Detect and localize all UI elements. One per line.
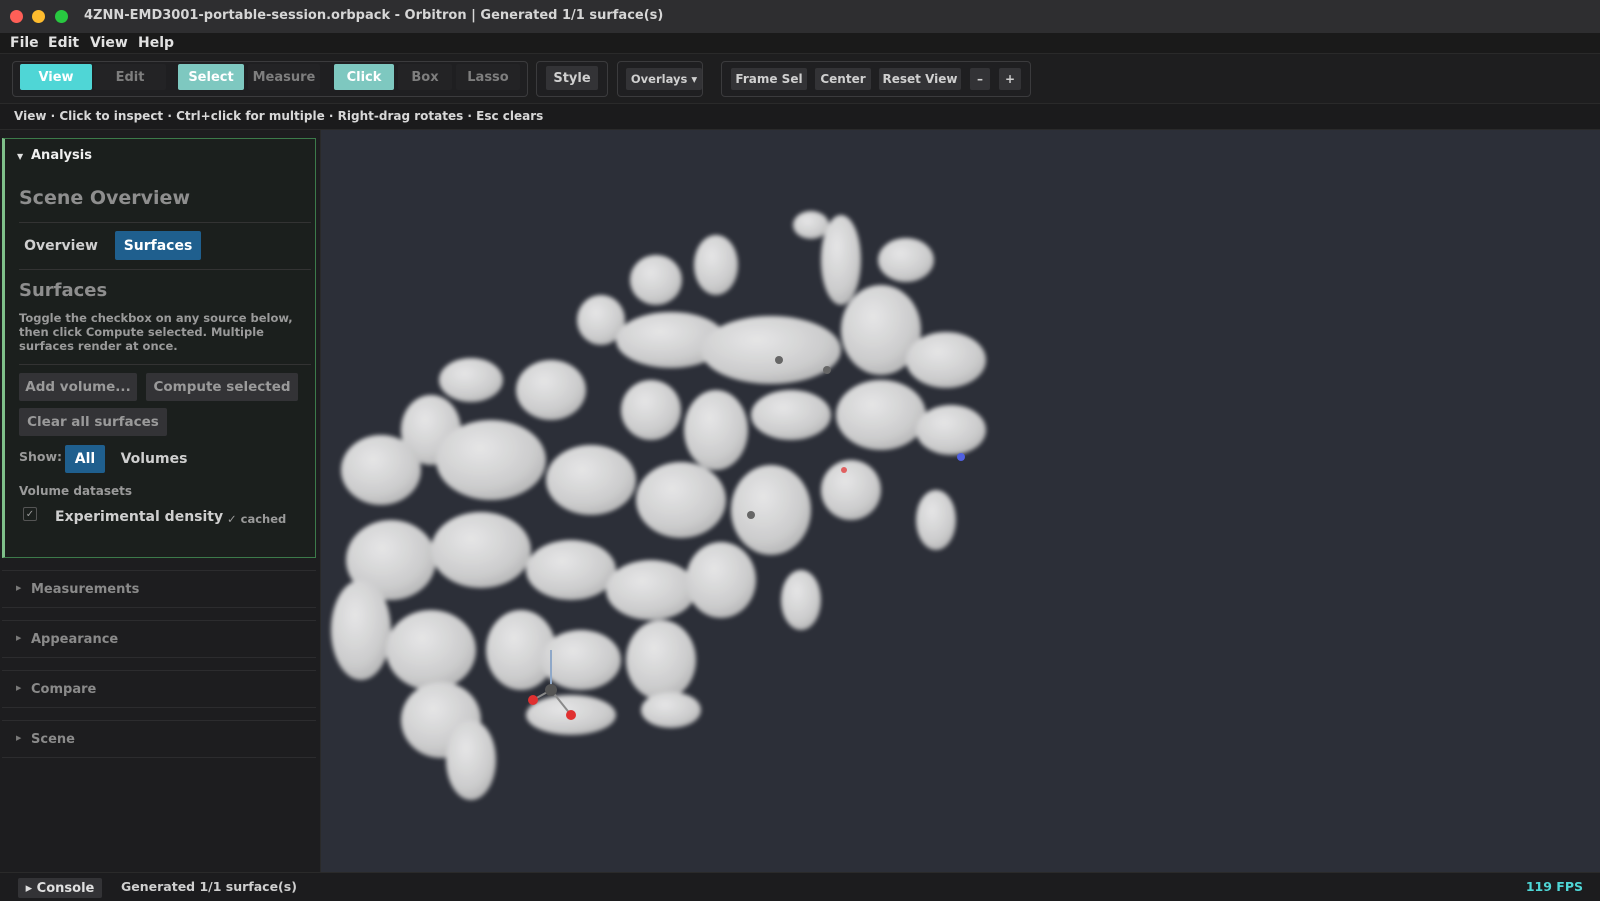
triangle-right-icon: ▶ xyxy=(16,734,22,742)
atom-carbon xyxy=(747,511,755,519)
section-measurements[interactable]: ▶ Measurements xyxy=(2,570,316,608)
dataset-name: Experimental density xyxy=(55,509,224,525)
triangle-right-icon: ▶ xyxy=(16,684,22,692)
atom-oxygen xyxy=(528,695,538,705)
analysis-panel: ▼ Analysis Scene Overview Overview Surfa… xyxy=(2,138,316,558)
title-bar: 4ZNN-EMD3001-portable-session.orbpack - … xyxy=(0,0,1600,34)
click-selection-button[interactable]: Click xyxy=(334,64,394,90)
select-tool-button[interactable]: Select xyxy=(178,64,244,90)
atom-oxygen xyxy=(841,467,847,473)
show-volumes-filter[interactable]: Volumes xyxy=(115,445,193,473)
zoom-in-button[interactable]: + xyxy=(999,68,1021,90)
atom-carbon xyxy=(823,366,831,374)
atom-nitrogen xyxy=(957,453,965,461)
zoom-window-button[interactable] xyxy=(55,10,68,23)
menu-view[interactable]: View xyxy=(90,35,128,51)
check-icon: ✓ xyxy=(25,508,35,520)
3d-viewport[interactable] xyxy=(321,130,1600,872)
divider xyxy=(19,364,311,365)
measure-tool-button[interactable]: Measure xyxy=(248,64,320,90)
section-scene[interactable]: ▶ Scene xyxy=(2,720,316,758)
atom-oxygen xyxy=(566,710,576,720)
menu-edit[interactable]: Edit xyxy=(48,35,79,51)
status-message: Generated 1/1 surface(s) xyxy=(121,879,297,894)
atom-carbon xyxy=(545,684,557,696)
atom-carbon xyxy=(775,356,783,364)
hint-bar: View · Click to inspect · Ctrl+click for… xyxy=(0,104,1600,130)
view-mode-button[interactable]: View xyxy=(20,64,92,90)
divider xyxy=(19,222,311,223)
surfaces-heading: Surfaces xyxy=(19,280,108,301)
section-compare[interactable]: ▶ Compare xyxy=(2,670,316,708)
clear-all-surfaces-button[interactable]: Clear all surfaces xyxy=(19,408,167,436)
show-all-filter[interactable]: All xyxy=(65,445,105,473)
show-filter-label: Show: xyxy=(19,449,63,464)
window-title: 4ZNN-EMD3001-portable-session.orbpack - … xyxy=(84,8,664,23)
section-label: Compare xyxy=(31,682,97,697)
menu-file[interactable]: File xyxy=(10,35,39,51)
add-volume-button[interactable]: Add volume... xyxy=(19,373,137,401)
section-appearance[interactable]: ▶ Appearance xyxy=(2,620,316,658)
overlays-dropdown[interactable]: Overlays ▾ xyxy=(626,68,702,90)
section-label: Appearance xyxy=(31,632,119,647)
sidebar: ▼ Analysis Scene Overview Overview Surfa… xyxy=(0,130,321,872)
toolbar: View Edit Select Measure Click Box Lasso… xyxy=(0,54,1600,104)
density-isosurface xyxy=(331,211,986,800)
triangle-down-icon[interactable]: ▼ xyxy=(17,152,23,161)
reset-view-button[interactable]: Reset View xyxy=(879,68,961,90)
minimize-window-button[interactable] xyxy=(32,10,45,23)
edit-mode-button[interactable]: Edit xyxy=(94,64,166,90)
center-button[interactable]: Center xyxy=(815,68,871,90)
dataset-cached-badge: ✓ cached xyxy=(227,512,287,526)
triangle-right-icon: ▶ xyxy=(16,584,22,592)
analysis-header[interactable]: Analysis xyxy=(31,148,92,163)
console-toggle-button[interactable]: ▸ Console xyxy=(18,878,102,898)
tab-surfaces[interactable]: Surfaces xyxy=(115,231,201,260)
menu-bar: File Edit View Help xyxy=(0,33,1600,54)
menu-help[interactable]: Help xyxy=(138,35,174,51)
triangle-right-icon: ▶ xyxy=(16,634,22,642)
section-label: Measurements xyxy=(31,582,140,597)
surfaces-description: Toggle the checkbox on any source below,… xyxy=(19,311,293,353)
tab-overview[interactable]: Overview xyxy=(19,231,103,260)
lasso-selection-button[interactable]: Lasso xyxy=(456,64,520,90)
zoom-out-button[interactable]: – xyxy=(970,68,990,90)
status-bar: ▸ Console Generated 1/1 surface(s) 119 F… xyxy=(0,872,1600,901)
fps-counter: 119 FPS xyxy=(1525,879,1583,894)
volume-datasets-label: Volume datasets xyxy=(19,484,133,498)
density-surface-render xyxy=(331,211,986,800)
scene-overview-heading: Scene Overview xyxy=(19,187,190,209)
divider xyxy=(19,269,311,270)
compute-selected-button[interactable]: Compute selected xyxy=(146,373,298,401)
style-button[interactable]: Style xyxy=(546,66,598,90)
experimental-density-checkbox[interactable]: ✓ xyxy=(23,507,37,521)
interaction-hint: View · Click to inspect · Ctrl+click for… xyxy=(14,109,544,123)
frame-selection-button[interactable]: Frame Sel xyxy=(731,68,807,90)
box-selection-button[interactable]: Box xyxy=(398,64,452,90)
close-window-button[interactable] xyxy=(10,10,23,23)
section-label: Scene xyxy=(31,732,75,747)
